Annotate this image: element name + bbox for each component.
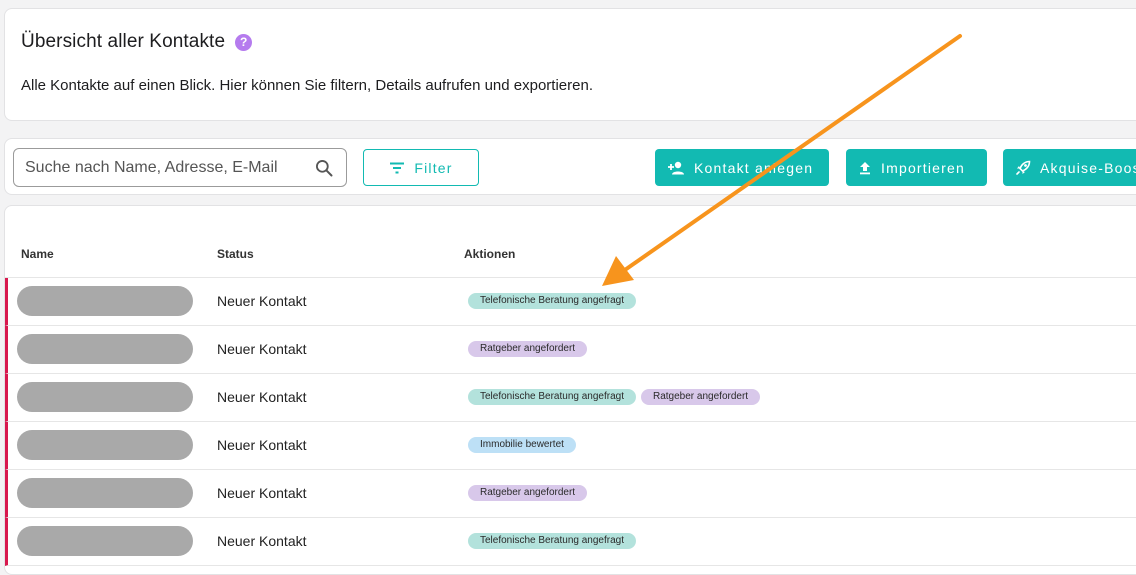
table-row[interactable]: Neuer Kontakt Ratgeber angefordert — [5, 470, 1136, 518]
title-row: Übersicht aller Kontakte ? — [21, 31, 253, 53]
column-header-status[interactable]: Status — [217, 247, 254, 261]
redacted-name — [17, 526, 193, 556]
filter-icon — [390, 162, 405, 173]
contacts-table: Name Status Aktionen Neuer Kontakt Telef… — [4, 205, 1136, 575]
filter-button[interactable]: Filter — [363, 149, 479, 186]
table-row[interactable]: Neuer Kontakt Immobilie bewertet — [5, 422, 1136, 470]
search-icon[interactable] — [314, 158, 334, 178]
redacted-name — [17, 430, 193, 460]
table-body: Neuer Kontakt Telefonische Beratung ange… — [5, 278, 1136, 566]
status-cell: Neuer Kontakt — [217, 437, 307, 453]
search-box — [13, 148, 347, 187]
search-input[interactable] — [14, 149, 304, 186]
acquisition-boost-button[interactable]: Akquise-Boost — [1003, 149, 1136, 186]
page-title: Übersicht aller Kontakte — [21, 31, 226, 52]
actions-cell: Telefonische Beratung angefragt — [468, 293, 636, 309]
table-row[interactable]: Neuer Kontakt Telefonische Beratung ange… — [5, 278, 1136, 326]
status-cell: Neuer Kontakt — [217, 485, 307, 501]
status-cell: Neuer Kontakt — [217, 533, 307, 549]
action-chip: Telefonische Beratung angefragt — [468, 389, 636, 405]
page-subtitle: Alle Kontakte auf einen Blick. Hier könn… — [21, 77, 593, 94]
upload-icon — [860, 161, 870, 174]
table-row[interactable]: Neuer Kontakt Telefonische Beratung ange… — [5, 518, 1136, 566]
action-chip: Immobilie bewertet — [468, 437, 576, 453]
actions-cell: Immobilie bewertet — [468, 437, 576, 453]
actions-cell: Ratgeber angefordert — [468, 341, 588, 357]
status-cell: Neuer Kontakt — [217, 341, 307, 357]
table-row[interactable]: Neuer Kontakt Telefonische Beratung ange… — [5, 374, 1136, 422]
rocket-icon — [1016, 160, 1031, 175]
action-chip: Ratgeber angefordert — [641, 389, 761, 405]
add-contact-button[interactable]: Kontakt anlegen — [655, 149, 829, 186]
status-cell: Neuer Kontakt — [217, 293, 307, 309]
column-header-name[interactable]: Name — [21, 247, 54, 261]
table-row[interactable]: Neuer Kontakt Ratgeber angefordert — [5, 326, 1136, 374]
person-add-icon — [668, 161, 684, 174]
action-chip: Telefonische Beratung angefragt — [468, 533, 636, 549]
redacted-name — [17, 334, 193, 364]
actions-cell: Telefonische Beratung angefragt — [468, 533, 636, 549]
action-chip: Ratgeber angefordert — [468, 341, 588, 357]
filter-button-label: Filter — [414, 159, 453, 176]
actions-cell: Ratgeber angefordert — [468, 485, 588, 501]
redacted-name — [17, 286, 193, 316]
action-chip: Telefonische Beratung angefragt — [468, 293, 636, 309]
import-button-label: Importieren — [881, 159, 966, 176]
page-header-card: Übersicht aller Kontakte ? Alle Kontakte… — [4, 8, 1136, 121]
import-button[interactable]: Importieren — [846, 149, 987, 186]
toolbar-card: Filter Kontakt anlegen Importieren Akqui… — [4, 138, 1136, 195]
help-icon[interactable]: ? — [235, 33, 253, 51]
status-cell: Neuer Kontakt — [217, 389, 307, 405]
redacted-name — [17, 478, 193, 508]
action-chip: Ratgeber angefordert — [468, 485, 588, 501]
redacted-name — [17, 382, 193, 412]
acquisition-boost-button-label: Akquise-Boost — [1040, 159, 1136, 176]
actions-cell: Telefonische Beratung angefragt Ratgeber… — [468, 389, 761, 405]
column-header-actions[interactable]: Aktionen — [464, 247, 515, 261]
add-contact-button-label: Kontakt anlegen — [694, 159, 814, 176]
